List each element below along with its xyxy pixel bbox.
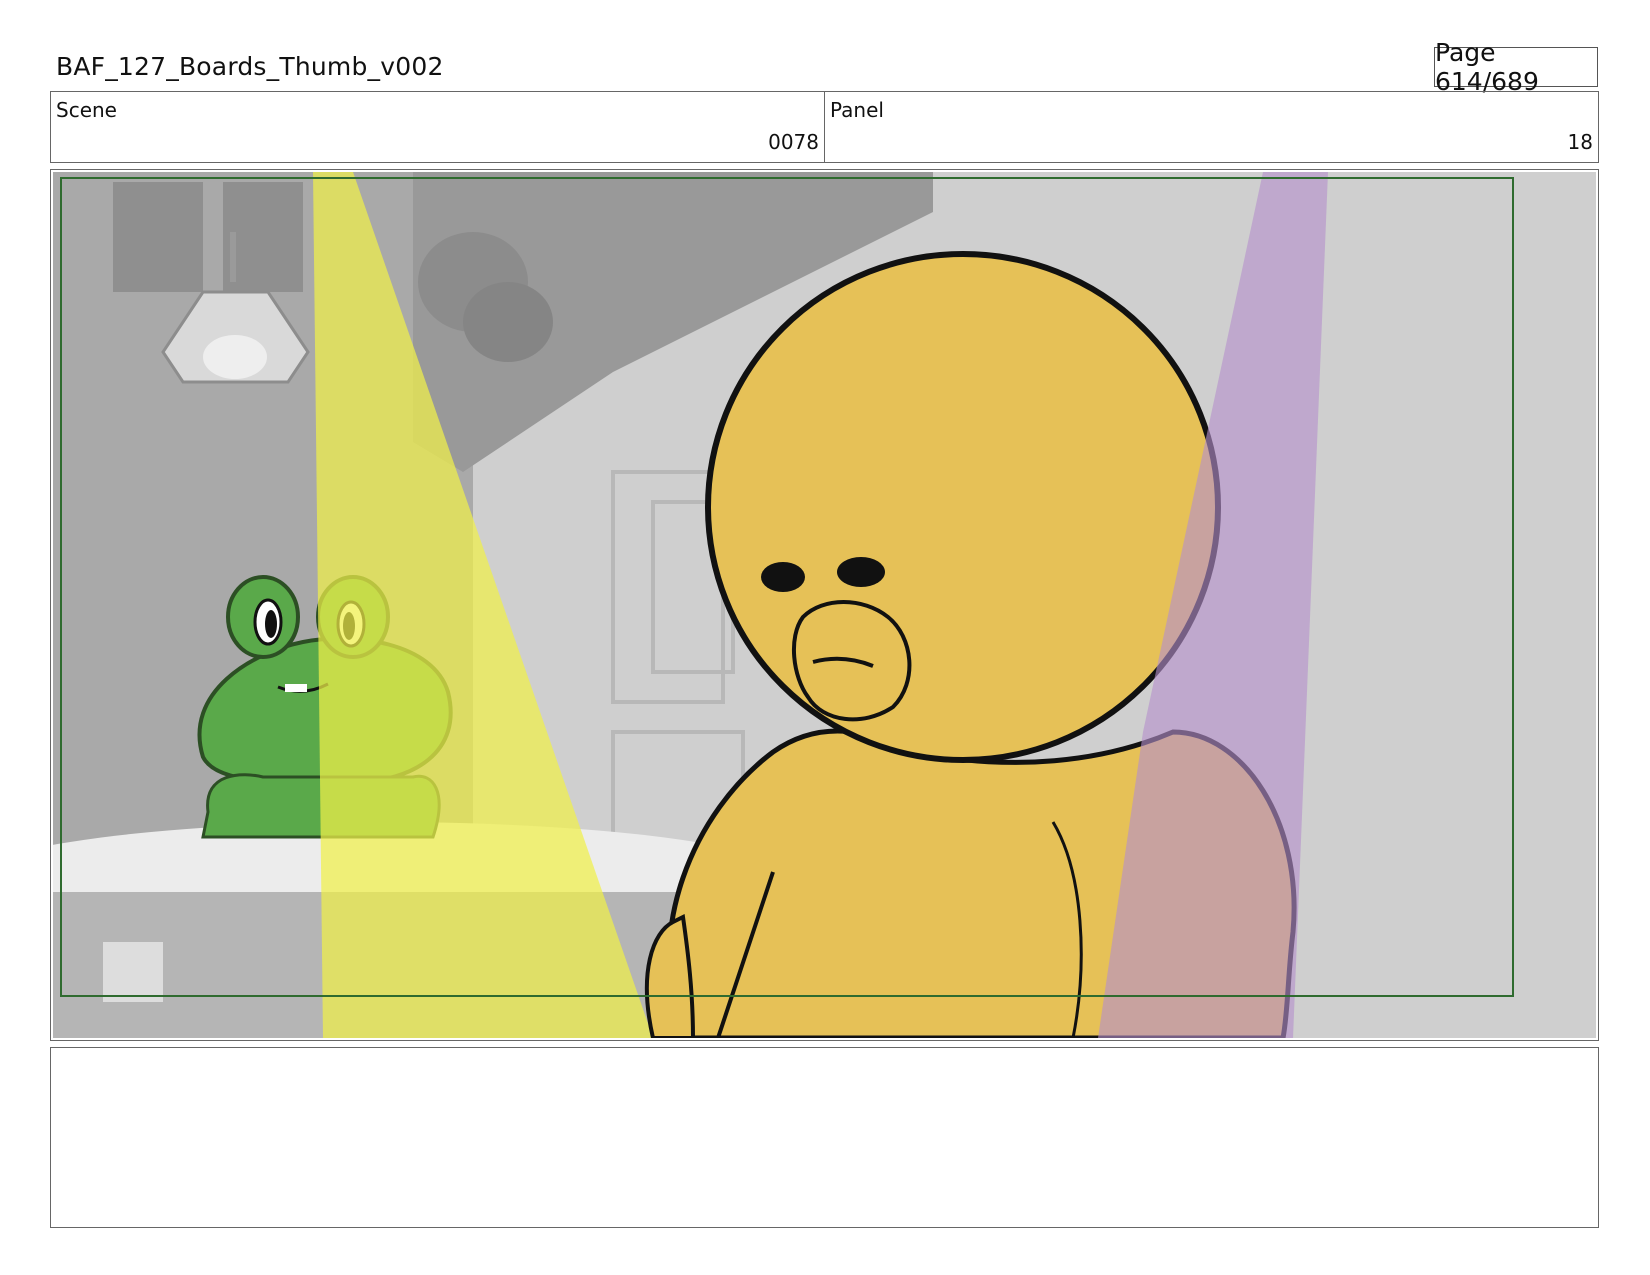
- page-indicator: Page 614/689: [1434, 38, 1598, 96]
- storyboard-drawing: [53, 172, 1596, 1038]
- scene-label: Scene: [56, 98, 117, 122]
- window-pane-left: [113, 182, 203, 292]
- scene-panel-info-row: Scene 0078 Panel 18: [50, 91, 1599, 163]
- panel-number: 18: [1567, 130, 1593, 154]
- scene-cell: Scene 0078: [51, 92, 824, 162]
- panel-label: Panel: [830, 98, 884, 122]
- duck-eye-right: [837, 557, 885, 587]
- panel-cell: Panel 18: [824, 92, 1598, 162]
- scene-number: 0078: [768, 130, 819, 154]
- storyboard-panel: [50, 169, 1599, 1041]
- document-title: BAF_127_Boards_Thumb_v002: [56, 52, 444, 81]
- panel-notes-box: [50, 1047, 1599, 1228]
- duck-eye-left: [761, 562, 805, 592]
